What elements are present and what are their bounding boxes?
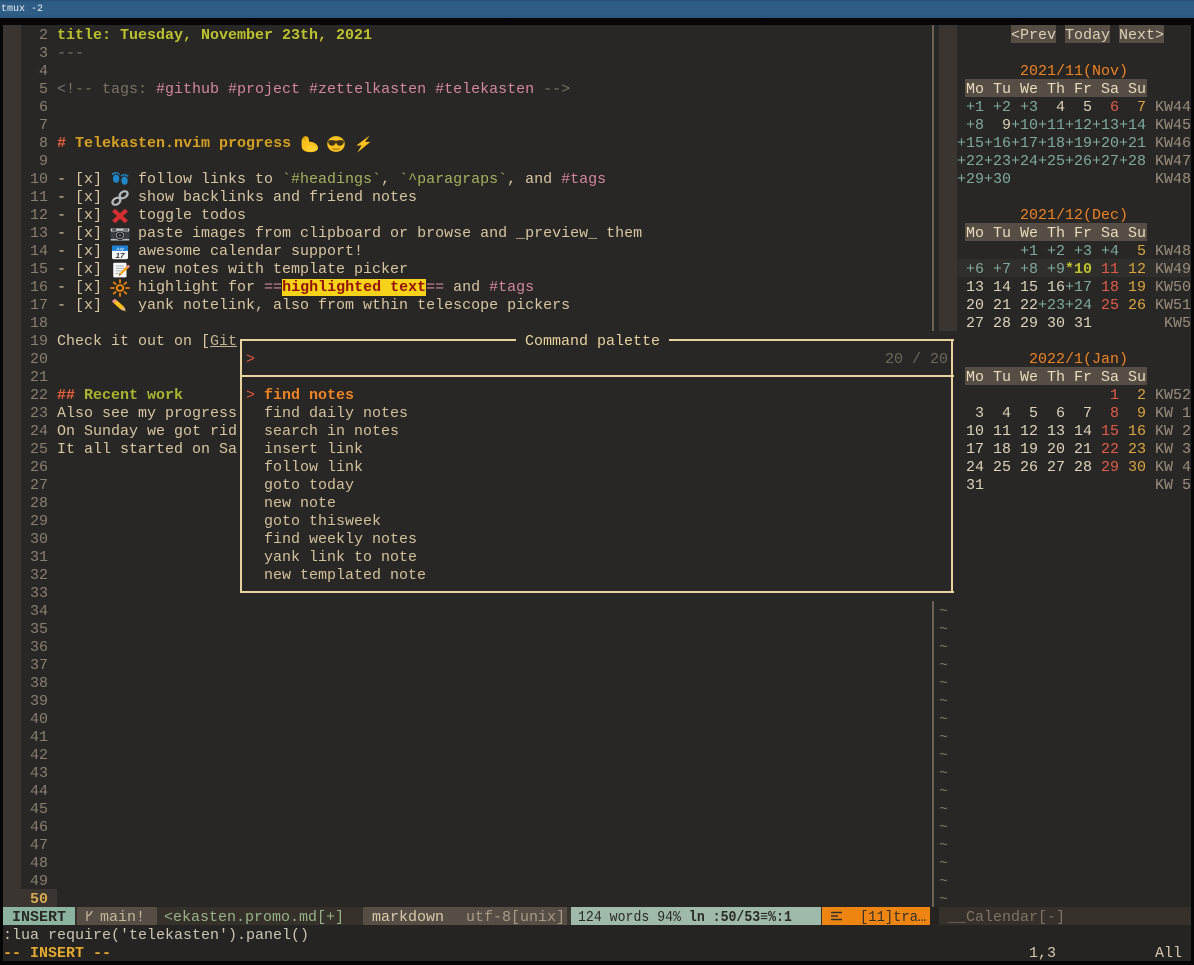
- svg-text:July: July: [115, 246, 125, 251]
- svg-text:17: 17: [115, 251, 125, 260]
